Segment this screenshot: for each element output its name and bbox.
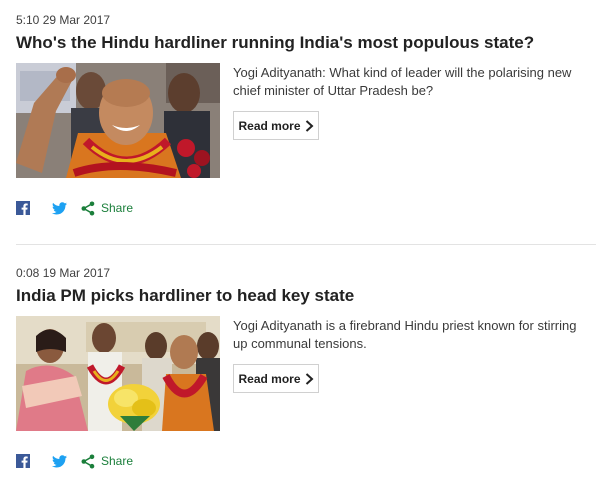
chevron-right-icon <box>305 372 314 385</box>
story-summary: Yogi Adityanath: What kind of leader wil… <box>233 65 572 98</box>
story-headline-link[interactable]: Who's the Hindu hardliner running India'… <box>16 33 534 53</box>
share-label: Share <box>101 454 134 468</box>
facebook-icon[interactable] <box>16 454 30 468</box>
story-divider <box>16 244 596 245</box>
share-icon <box>81 201 95 215</box>
story-thumbnail[interactable] <box>16 63 220 178</box>
facebook-icon[interactable] <box>16 201 30 215</box>
story-thumbnail[interactable] <box>16 316 220 431</box>
story-summary: Yogi Adityanath is a firebrand Hindu pri… <box>233 318 577 351</box>
read-more-button[interactable]: Read more <box>233 111 319 140</box>
story-headline-link[interactable]: India PM picks hardliner to head key sta… <box>16 286 354 306</box>
chevron-right-icon <box>305 119 314 132</box>
twitter-icon[interactable] <box>52 454 67 468</box>
story-timestamp: 0:08 19 Mar 2017 <box>16 266 111 280</box>
story-timestamp: 5:10 29 Mar 2017 <box>16 13 111 27</box>
story-thumbnail-photo <box>16 316 220 431</box>
share-tools: Share <box>16 200 133 216</box>
read-more-label: Read more <box>238 371 301 386</box>
share-button[interactable]: Share <box>81 454 133 469</box>
story-thumbnail-photo <box>16 63 220 178</box>
share-label: Share <box>101 201 134 215</box>
share-tools: Share <box>16 453 133 469</box>
twitter-icon[interactable] <box>52 201 67 215</box>
read-more-button[interactable]: Read more <box>233 364 319 393</box>
share-button[interactable]: Share <box>81 201 133 216</box>
read-more-label: Read more <box>238 118 301 133</box>
share-icon <box>81 454 95 468</box>
